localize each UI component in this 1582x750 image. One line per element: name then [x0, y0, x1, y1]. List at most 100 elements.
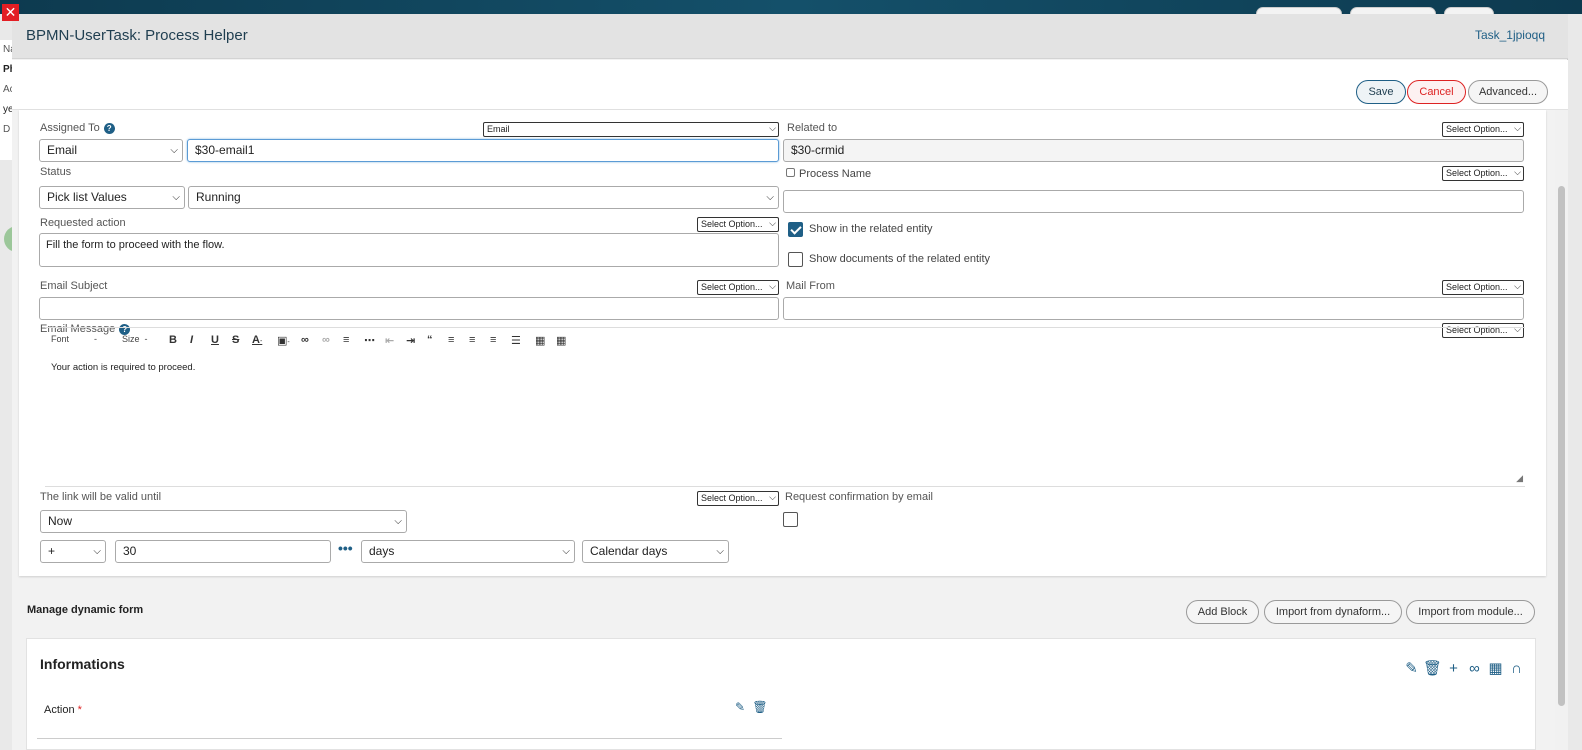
show-in-related-checkbox[interactable]	[788, 222, 803, 237]
block-actions: ✎ 🗑 + ∞ ▦ ∩	[1401, 659, 1527, 677]
underline-icon[interactable]: U	[211, 334, 219, 346]
dialog-scrollbar[interactable]	[1555, 110, 1568, 750]
dynamic-form-title: Manage dynamic form	[27, 604, 144, 616]
status-source-select[interactable]: Pick list Values ⌵	[39, 186, 185, 209]
align-right-icon[interactable]: ≡	[490, 334, 496, 346]
assigned-to-mode-select[interactable]: Email ⌵	[483, 122, 779, 137]
chevron-down-icon: ⌵	[1514, 167, 1521, 177]
assigned-to-input[interactable]: $30-email1	[187, 139, 779, 162]
chevron-down-icon: ⌵	[769, 123, 776, 133]
text-color-icon[interactable]: A-	[252, 334, 262, 346]
chevron-down-icon: ⌵	[170, 145, 178, 156]
process-helper-dialog: BPMN-UserTask: Process Helper Task_1jpio…	[12, 14, 1568, 750]
align-center-icon[interactable]: ≡	[469, 334, 475, 346]
numbered-list-icon[interactable]: ≡	[343, 334, 349, 346]
close-icon[interactable]: ✕	[2, 4, 19, 21]
status-value-select[interactable]: Running ⌵	[188, 186, 779, 209]
unlink-icon[interactable]: ∞	[322, 334, 330, 346]
process-name-option-select[interactable]: Select Option... ⌵	[1442, 166, 1524, 181]
requested-action-label: Requested action	[40, 217, 126, 229]
edit-icon[interactable]: ✎	[730, 700, 750, 714]
related-to-input[interactable]: $30-crmid	[783, 139, 1524, 162]
import-dynaform-button[interactable]: Import from dynaform...	[1264, 600, 1402, 624]
indent-icon[interactable]: ⇥	[406, 334, 415, 347]
chevron-down-icon: ⌵	[769, 492, 776, 502]
status-label: Status	[40, 166, 72, 178]
size-dropdown[interactable]: Size -	[122, 334, 148, 344]
add-icon[interactable]: +	[1443, 660, 1464, 677]
chevron-down-icon: ⌵	[394, 516, 402, 527]
image-icon[interactable]: ▦	[535, 334, 545, 347]
italic-icon[interactable]: I	[190, 334, 193, 346]
request-confirmation-checkbox[interactable]	[783, 512, 798, 527]
requested-action-option-select[interactable]: Select Option... ⌵	[697, 217, 779, 232]
dialog-header: BPMN-UserTask: Process Helper Task_1jpio…	[12, 14, 1568, 59]
link-valid-option-select[interactable]: Select Option... ⌵	[697, 491, 779, 506]
mail-from-label: Mail From	[786, 280, 835, 292]
link-icon[interactable]: ∞	[301, 334, 309, 346]
form-field-row: Action * ✎ 🗑	[37, 687, 782, 739]
link-valid-amount-input[interactable]: 30	[115, 540, 331, 563]
dialog-action-bar: Save Cancel Advanced...	[12, 60, 1568, 110]
link-valid-calendar-select[interactable]: Calendar days ⌵	[582, 540, 729, 563]
more-options-icon[interactable]: •••	[338, 540, 353, 556]
align-left-icon[interactable]: ≡	[448, 334, 454, 346]
email-message-body: Your action is required to proceed.	[51, 362, 196, 373]
advanced-button[interactable]: Advanced...	[1468, 80, 1548, 104]
help-icon[interactable]: ?	[103, 122, 115, 134]
add-block-button[interactable]: Add Block	[1186, 600, 1259, 624]
form-block-card: Informations ✎ 🗑 + ∞ ▦ ∩ Action * ✎ 🗑	[26, 638, 1536, 750]
chevron-down-icon: ⌵	[1514, 123, 1521, 133]
request-confirmation-label: Request confirmation by email	[785, 491, 933, 503]
trash-icon[interactable]: 🗑	[1422, 659, 1443, 677]
headset-icon[interactable]: ∩	[1506, 660, 1527, 677]
process-name-label: Process Name	[799, 168, 872, 180]
assigned-to-type-select[interactable]: Email ⌵	[39, 139, 183, 162]
save-button[interactable]: Save	[1356, 80, 1406, 104]
chevron-down-icon: ⌵	[769, 218, 776, 228]
mail-from-option-select[interactable]: Select Option... ⌵	[1442, 280, 1524, 295]
link-icon[interactable]: ∞	[1464, 660, 1485, 677]
email-subject-input[interactable]	[39, 297, 779, 320]
chevron-down-icon: ⌵	[172, 192, 180, 203]
cancel-button[interactable]: Cancel	[1407, 80, 1466, 104]
chevron-down-icon: ⌵	[769, 281, 776, 291]
font-dropdown[interactable]: Font -	[51, 334, 97, 344]
scrollbar-thumb[interactable]	[1558, 186, 1565, 706]
rich-text-toolbar: Font - Size - B I U S A- ▣- ∞ ∞ ≡ ⋯ ⇤ ⇥ …	[45, 327, 1525, 353]
dialog-title: BPMN-UserTask: Process Helper	[26, 27, 248, 44]
link-valid-base-select[interactable]: Now ⌵	[40, 510, 407, 533]
requested-action-textarea[interactable]: Fill the form to proceed with the flow.	[39, 233, 779, 267]
show-documents-checkbox[interactable]	[788, 252, 803, 267]
edit-icon[interactable]: ✎	[1401, 659, 1422, 677]
mail-from-input[interactable]	[783, 297, 1524, 320]
link-valid-unit-select[interactable]: days ⌵	[361, 540, 575, 563]
trash-icon[interactable]: 🗑	[750, 700, 770, 714]
assigned-to-label: Assigned To?	[40, 122, 115, 134]
table-icon[interactable]: ▦	[556, 334, 566, 347]
block-title: Informations	[40, 656, 125, 672]
bold-icon[interactable]: B	[169, 334, 177, 346]
table-icon[interactable]: ▦	[1485, 659, 1506, 677]
process-name-input[interactable]	[783, 190, 1524, 213]
app-top-bar	[0, 0, 1582, 21]
email-subject-option-select[interactable]: Select Option... ⌵	[697, 280, 779, 295]
justify-icon[interactable]: ☰	[511, 334, 521, 347]
task-id-link[interactable]: Task_1jpioqq	[1475, 28, 1545, 42]
email-message-editor[interactable]: Your action is required to proceed. ◢	[45, 353, 1525, 487]
show-documents-label: Show documents of the related entity	[809, 253, 990, 265]
import-module-button[interactable]: Import from module...	[1406, 600, 1535, 624]
outdent-icon[interactable]: ⇤	[385, 334, 394, 347]
chevron-down-icon: ⌵	[93, 546, 101, 557]
resize-handle-icon[interactable]: ◢	[1516, 473, 1523, 484]
chevron-down-icon: ⌵	[562, 546, 570, 557]
background-color-icon[interactable]: ▣-	[277, 334, 290, 347]
strikethrough-icon[interactable]: S	[232, 334, 239, 346]
blockquote-icon[interactable]: “	[427, 334, 433, 346]
related-to-option-select[interactable]: Select Option... ⌵	[1442, 122, 1524, 137]
process-name-checkbox[interactable]	[786, 168, 795, 177]
email-subject-label: Email Subject	[40, 280, 108, 292]
link-valid-label: The link will be valid until	[40, 491, 162, 503]
link-valid-operator-select[interactable]: + ⌵	[40, 540, 106, 563]
bulleted-list-icon[interactable]: ⋯	[364, 334, 375, 347]
